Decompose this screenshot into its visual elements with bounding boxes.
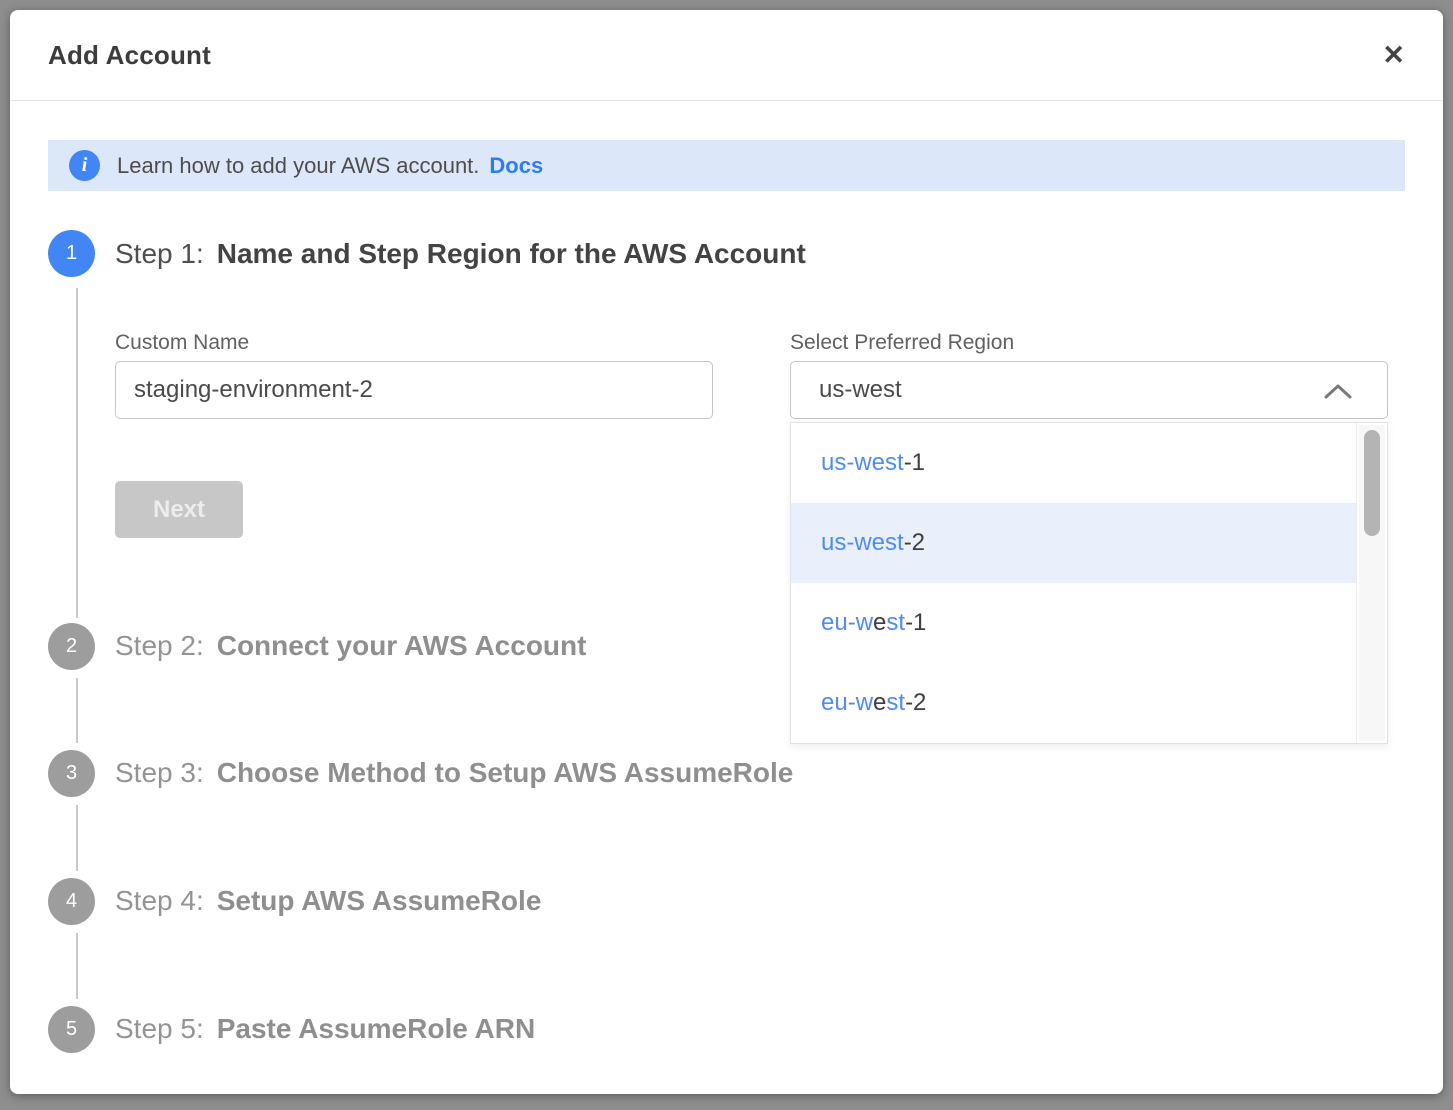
step-title: Setup AWS AssumeRole xyxy=(217,885,542,917)
add-account-modal: Add Account ✕ i Learn how to add your AW… xyxy=(10,10,1443,1094)
region-option-eu-west-1[interactable]: eu-west-1 xyxy=(791,583,1356,663)
step-indicator-5: 5 xyxy=(48,1006,95,1053)
docs-link[interactable]: Docs xyxy=(489,153,543,179)
step-connector xyxy=(76,288,78,618)
option-match-text: st xyxy=(886,609,905,637)
step-heading-5: Step 5: Paste AssumeRole ARN xyxy=(115,1013,535,1045)
option-rest-text: -1 xyxy=(904,449,925,477)
step-number: 2 xyxy=(66,635,77,658)
option-rest-text: -2 xyxy=(905,689,926,717)
step-prefix: Step 3: xyxy=(115,757,204,789)
option-rest-text: -2 xyxy=(904,529,925,557)
region-option-eu-west-2[interactable]: eu-west-2 xyxy=(791,663,1356,743)
option-rest-text: e xyxy=(873,609,886,637)
step-indicator-1: 1 xyxy=(48,230,95,277)
step-prefix: Step 4: xyxy=(115,885,204,917)
region-option-list: us-west-1 us-west-2 eu-west-1 eu-west-2 xyxy=(791,423,1357,743)
region-option-us-west-2[interactable]: us-west-2 xyxy=(791,503,1356,583)
step-number: 5 xyxy=(66,1018,77,1041)
region-combobox[interactable] xyxy=(790,361,1388,419)
step-heading-1: Step 1: Name and Step Region for the AWS… xyxy=(115,238,806,270)
option-match-text: st xyxy=(886,689,905,717)
region-label: Select Preferred Region xyxy=(790,331,1014,355)
modal-header: Add Account ✕ xyxy=(10,10,1443,101)
next-button[interactable]: Next xyxy=(115,481,243,538)
step-prefix: Step 1: xyxy=(115,238,204,270)
step-number: 1 xyxy=(66,242,77,265)
step-prefix: Step 2: xyxy=(115,630,204,662)
info-banner: i Learn how to add your AWS account. Doc… xyxy=(48,140,1405,191)
region-dropdown: us-west-1 us-west-2 eu-west-1 eu-west-2 xyxy=(790,422,1388,744)
region-option-us-west-1[interactable]: us-west-1 xyxy=(791,423,1356,503)
step-indicator-4: 4 xyxy=(48,878,95,925)
step-title: Paste AssumeRole ARN xyxy=(217,1013,535,1045)
option-match-text: eu-w xyxy=(821,609,873,637)
dropdown-scrollbar-thumb[interactable] xyxy=(1364,430,1380,536)
step-indicator-2: 2 xyxy=(48,623,95,670)
option-rest-text: -1 xyxy=(905,609,926,637)
step-indicator-3: 3 xyxy=(48,750,95,797)
step-connector xyxy=(76,678,78,743)
dropdown-scrollbar-track[interactable] xyxy=(1359,425,1385,741)
step-title: Choose Method to Setup AWS AssumeRole xyxy=(217,757,794,789)
close-icon[interactable]: ✕ xyxy=(1382,42,1405,69)
banner-text: Learn how to add your AWS account. xyxy=(117,153,479,179)
step-heading-4: Step 4: Setup AWS AssumeRole xyxy=(115,885,541,917)
custom-name-field[interactable] xyxy=(115,361,713,419)
step-title: Connect your AWS Account xyxy=(217,630,587,662)
step-number: 4 xyxy=(66,890,77,913)
chevron-up-icon[interactable] xyxy=(1323,383,1353,400)
step-connector xyxy=(76,933,78,999)
step-prefix: Step 5: xyxy=(115,1013,204,1045)
info-icon: i xyxy=(69,150,100,181)
option-match-text: us-west xyxy=(821,529,904,557)
step-heading-2: Step 2: Connect your AWS Account xyxy=(115,630,586,662)
option-rest-text: e xyxy=(873,689,886,717)
option-match-text: us-west xyxy=(821,449,904,477)
option-match-text: eu-w xyxy=(821,689,873,717)
step-number: 3 xyxy=(66,762,77,785)
page-title: Add Account xyxy=(48,40,211,71)
step-title: Name and Step Region for the AWS Account xyxy=(217,238,806,270)
step-connector xyxy=(76,805,78,871)
step-heading-3: Step 3: Choose Method to Setup AWS Assum… xyxy=(115,757,793,789)
custom-name-label: Custom Name xyxy=(115,331,249,355)
